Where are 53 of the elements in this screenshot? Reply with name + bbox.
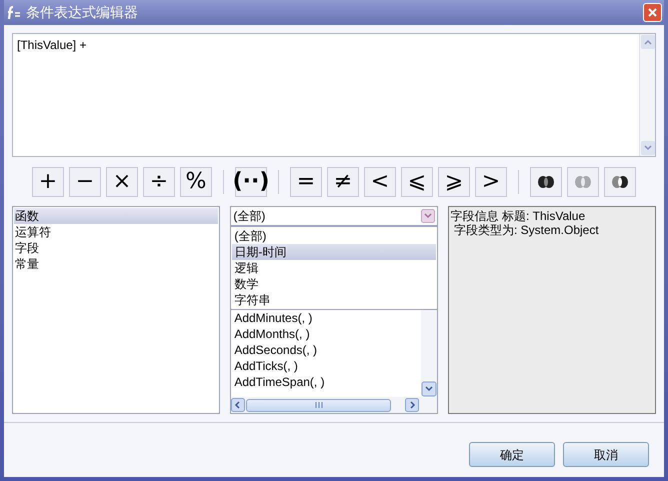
operator-button[interactable]: ⩽ bbox=[401, 167, 433, 197]
operator-button[interactable]: % bbox=[180, 167, 212, 197]
function-item[interactable]: AddMonths(, ) bbox=[234, 326, 310, 342]
dropdown-value: (全部) bbox=[233, 208, 266, 225]
category-item[interactable]: 字段 bbox=[14, 240, 218, 256]
scroll-up-icon[interactable] bbox=[640, 34, 656, 50]
scroll-left-icon[interactable] bbox=[231, 398, 246, 412]
category-item[interactable]: 常量 bbox=[14, 256, 218, 272]
function-item[interactable]: AddMinutes(, ) bbox=[234, 310, 312, 326]
venn-button[interactable] bbox=[604, 167, 636, 197]
expression-editor[interactable]: [ThisValue] + bbox=[12, 33, 656, 157]
dropdown-menu[interactable]: (全部) 日期-时间 逻辑 数学 字符串 bbox=[230, 226, 438, 310]
operator-button[interactable]: − bbox=[69, 167, 101, 197]
operator-button[interactable]: ÷ bbox=[143, 167, 175, 197]
cancel-button[interactable]: 取消 bbox=[563, 442, 649, 467]
dropdown-option[interactable]: 数学 bbox=[232, 276, 436, 292]
scroll-right-icon[interactable] bbox=[404, 398, 419, 412]
category-item[interactable]: 函数 bbox=[14, 208, 218, 224]
grip-icon bbox=[314, 402, 323, 408]
function-item[interactable]: AddSeconds(, ) bbox=[234, 342, 318, 358]
dropdown-option[interactable]: 字符串 bbox=[232, 292, 436, 308]
operator-button[interactable]: > bbox=[475, 167, 507, 197]
function-item[interactable]: AddTicks(, ) bbox=[234, 358, 298, 374]
dropdown-option[interactable]: (全部) bbox=[232, 228, 436, 244]
category-dropdown[interactable]: (全部) bbox=[230, 206, 438, 226]
scrollbar[interactable] bbox=[639, 34, 655, 156]
close-button[interactable] bbox=[643, 3, 662, 22]
operator-button[interactable]: ≠ bbox=[327, 167, 359, 197]
function-item[interactable]: AddTimeSpan(, ) bbox=[234, 374, 325, 390]
expression-text: [ThisValue] + bbox=[16, 37, 88, 54]
close-icon bbox=[647, 7, 658, 18]
venn-icon bbox=[573, 174, 593, 190]
operator-button[interactable]: < bbox=[364, 167, 396, 197]
category-item[interactable]: 运算符 bbox=[14, 224, 218, 240]
dropdown-option[interactable]: 逻辑 bbox=[232, 260, 436, 276]
info-text: 字段类型为: System.Object bbox=[452, 223, 600, 237]
venn-icon bbox=[610, 174, 630, 190]
scroll-down-icon[interactable] bbox=[420, 381, 437, 397]
window-title: 条件表达式编辑器 bbox=[26, 3, 139, 22]
operator-button[interactable]: (··) bbox=[235, 167, 267, 197]
info-text: 字段信息 标题: ThisValue bbox=[450, 209, 586, 223]
operator-button[interactable]: ⩾ bbox=[438, 167, 470, 197]
category-list[interactable]: 函数 运算符 字段 常量 bbox=[12, 206, 220, 414]
formula-icon bbox=[6, 4, 22, 20]
venn-button[interactable] bbox=[530, 167, 562, 197]
operator-button[interactable]: + bbox=[32, 167, 64, 197]
ok-button[interactable]: 确定 bbox=[469, 442, 555, 467]
scroll-thumb[interactable] bbox=[246, 398, 392, 412]
dropdown-option[interactable]: 日期-时间 bbox=[232, 244, 436, 260]
venn-icon bbox=[536, 174, 556, 190]
operator-button[interactable]: = bbox=[290, 167, 322, 197]
operator-button[interactable]: × bbox=[106, 167, 138, 197]
horizontal-scrollbar[interactable] bbox=[231, 397, 437, 413]
